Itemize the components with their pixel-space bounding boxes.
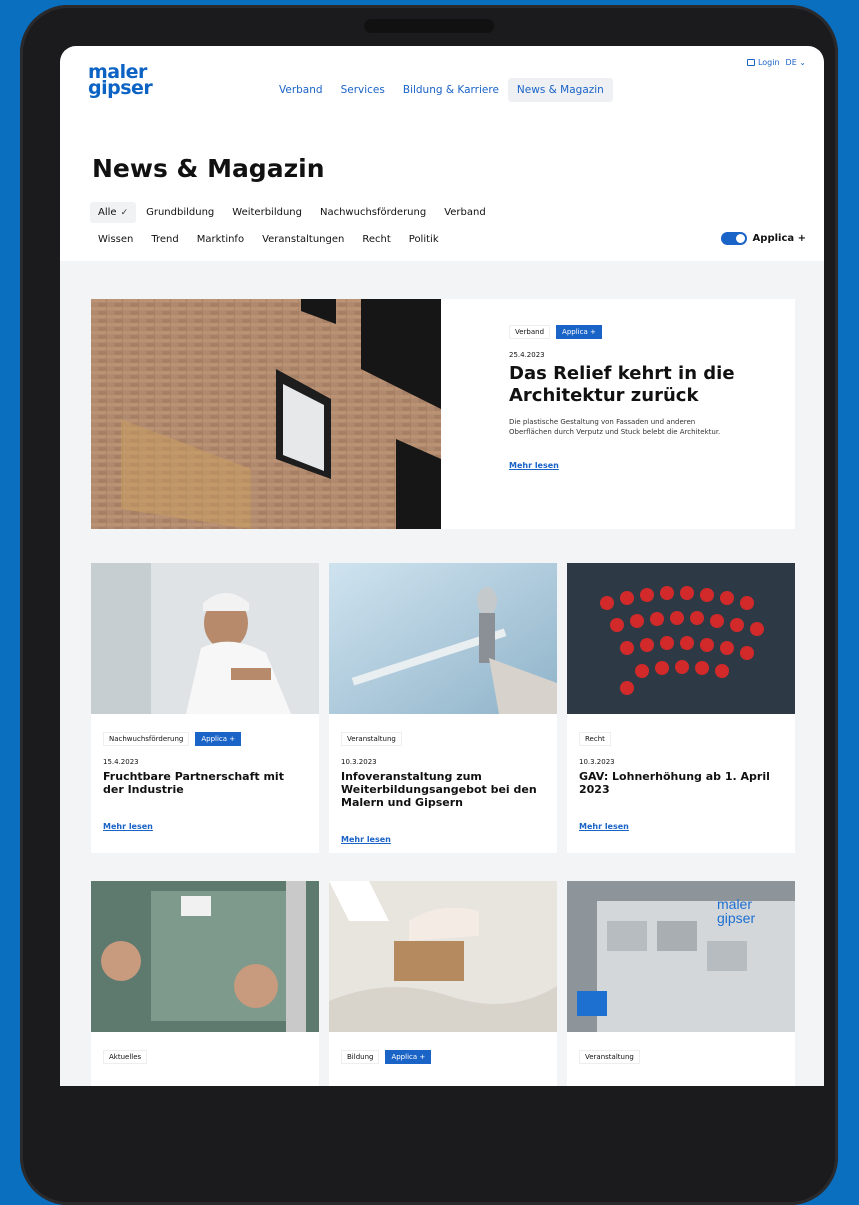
article-image [329,563,557,714]
nav-verband[interactable]: Verband [270,78,332,102]
article-title[interactable]: Infoveranstaltung zum Weiterbildungsange… [341,770,545,809]
article-card[interactable]: Veranstaltung 10.3.2023 Infoveranstaltun… [329,563,557,853]
article-date: 10.3.2023 [341,758,377,766]
filter-marktinfo[interactable]: Marktinfo [189,229,252,250]
article-image [329,881,557,1032]
article-title[interactable]: GAV: Lohnerhöhung ab 1. April 2023 [579,770,783,796]
article-image [567,563,795,714]
applica-toggle[interactable]: Applica + [720,232,806,245]
site-logo[interactable]: maler gipser [88,63,153,98]
applica-badge: Applica + [385,1050,432,1064]
language-selector[interactable]: DE ⌄ [786,58,806,67]
news-list: Verband Applica + 25.4.2023 Das Relief k… [60,261,824,1086]
chevron-down-icon: ⌄ [799,58,806,67]
read-more-link[interactable]: Mehr lesen [341,835,391,844]
article-card[interactable]: maler gipser Veranstaltung [567,881,795,1086]
article-date: 10.3.2023 [579,758,615,766]
filter-grundbildung[interactable]: Grundbildung [138,202,222,223]
article-date: 25.4.2023 [509,351,545,359]
category-tag: Veranstaltung [579,1050,640,1064]
category-tag: Veranstaltung [341,732,402,746]
filter-recht[interactable]: Recht [354,229,398,250]
utility-links: Login DE ⌄ [747,58,806,67]
browser-screen: maler gipser Verband Services Bildung & … [60,46,824,1086]
article-card[interactable]: Bildung Applica + [329,881,557,1086]
category-tag: Nachwuchsförderung [103,732,190,746]
nav-services[interactable]: Services [332,78,394,102]
category-tag: Verband [509,325,551,339]
read-more-link[interactable]: Mehr lesen [103,822,153,831]
login-link[interactable]: Login [747,58,780,67]
article-card[interactable]: Aktuelles [91,881,319,1086]
filter-politik[interactable]: Politik [401,229,447,250]
camera-notch [364,19,494,33]
main-nav: Verband Services Bildung & Karriere News… [270,78,613,102]
site-header: maler gipser Verband Services Bildung & … [60,46,824,156]
read-more-link[interactable]: Mehr lesen [509,461,559,470]
booth-logo-line2: gipser [717,910,755,926]
article-image: maler gipser [567,881,795,1032]
filter-verband[interactable]: Verband [436,202,494,223]
filter-nachwuchsfoerderung[interactable]: Nachwuchsförderung [312,202,434,223]
article-title[interactable]: Das Relief kehrt in die Architektur zurü… [509,363,749,407]
nav-bildung-karriere[interactable]: Bildung & Karriere [394,78,508,102]
page-title: News & Magazin [92,154,325,183]
applica-badge: Applica + [195,732,242,746]
article-image [91,563,319,714]
category-tag: Aktuelles [103,1050,148,1064]
category-tag: Recht [579,732,611,746]
article-card[interactable]: Recht 10.3.2023 GAV: Lohnerhöhung ab 1. … [567,563,795,853]
category-tag: Bildung [341,1050,380,1064]
applica-badge: Applica + [556,325,602,339]
filter-trend[interactable]: Trend [143,229,186,250]
featured-article[interactable]: Verband Applica + 25.4.2023 Das Relief k… [91,299,795,529]
featured-image [91,299,441,529]
article-image [91,881,319,1032]
check-icon: ✓ [120,208,129,218]
filter-weiterbildung[interactable]: Weiterbildung [224,202,310,223]
filter-veranstaltungen[interactable]: Veranstaltungen [254,229,352,250]
toggle-switch[interactable] [720,232,747,245]
category-filters: Alle ✓ Grundbildung Weiterbildung Nachwuc… [90,202,800,256]
nav-news-magazin[interactable]: News & Magazin [507,78,613,102]
article-description: Die plastische Gestaltung von Fassaden u… [509,418,721,436]
lock-icon [747,59,756,66]
article-card[interactable]: Nachwuchsförderung Applica + 15.4.2023 F… [91,563,319,853]
article-date: 15.4.2023 [103,758,139,766]
filter-alle[interactable]: Alle ✓ [90,202,137,223]
filter-wissen[interactable]: Wissen [90,229,141,250]
article-title[interactable]: Fruchtbare Partnerschaft mit der Industr… [103,770,307,796]
read-more-link[interactable]: Mehr lesen [579,822,629,831]
